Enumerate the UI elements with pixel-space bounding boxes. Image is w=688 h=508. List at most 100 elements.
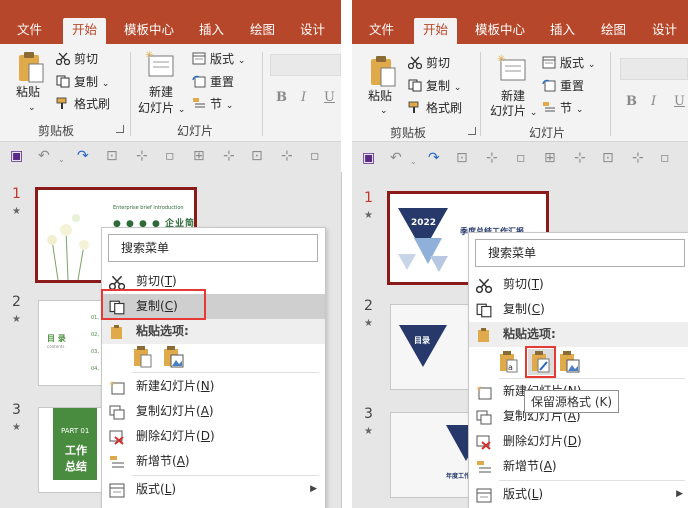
tab-draw[interactable]: 绘图 <box>241 18 284 44</box>
clipboard-group-label: 剪贴板 <box>390 126 427 140</box>
save-icon[interactable]: ▣ <box>362 150 375 166</box>
section-icon <box>542 101 556 114</box>
arrange-icon[interactable]: ⊹ <box>632 150 644 166</box>
ungroup-icon[interactable]: ⊞ <box>544 150 556 166</box>
menu-item-copy[interactable]: 复制(C) <box>469 297 688 322</box>
select-icon[interactable]: ⊡ <box>602 150 614 166</box>
paste-button[interactable]: 粘贴 <box>16 84 40 100</box>
search-menu-box[interactable]: 搜索菜单 <box>108 234 318 262</box>
new-slide-icon[interactable]: ✳ <box>497 54 527 85</box>
paste-options-label: 粘贴选项: <box>503 327 556 341</box>
bold-button[interactable]: B <box>626 94 637 109</box>
underline-button[interactable]: U <box>324 90 335 105</box>
layout-icon <box>109 482 125 498</box>
paste-icon[interactable] <box>369 54 397 91</box>
font-name-box[interactable] <box>270 54 341 76</box>
distribute-icon[interactable]: ⊹ <box>223 148 235 164</box>
cut-button[interactable]: 剪切 <box>55 51 98 67</box>
menu-item-duplicate-slide[interactable]: 复制幻灯片(A) <box>102 399 325 424</box>
save-icon[interactable]: ▣ <box>10 148 23 164</box>
more-icon[interactable]: ▫ <box>660 150 670 166</box>
group-icon[interactable]: ▫ <box>165 148 175 164</box>
tab-insert[interactable]: 插入 <box>541 18 584 44</box>
italic-button[interactable]: I <box>301 90 306 105</box>
delete-slide-key: D <box>567 434 577 448</box>
paste-icon[interactable] <box>17 50 45 87</box>
format-painter-button[interactable]: 格式刷 <box>408 100 462 116</box>
italic-button[interactable]: I <box>651 94 656 109</box>
undo-icon[interactable]: ↶ <box>390 150 402 166</box>
undo-dropdown-icon[interactable]: ⌄ <box>410 154 417 170</box>
arrange-icon[interactable]: ⊹ <box>281 148 293 164</box>
more-icon[interactable]: ▫ <box>310 148 320 164</box>
align-icon[interactable]: ⊹ <box>136 148 148 164</box>
submenu-arrow-icon: ▶ <box>310 484 317 494</box>
tab-home[interactable]: 开始 <box>414 18 458 44</box>
tab-home[interactable]: 开始 <box>63 18 107 44</box>
cut-label: 剪切 <box>136 274 161 288</box>
tab-file[interactable]: 文件 <box>360 18 403 44</box>
paste-dropdown-icon[interactable]: ⌄ <box>380 103 388 119</box>
section-button[interactable]: 节 ⌄ <box>192 96 233 114</box>
new-slide-label-2[interactable]: 幻灯片 ⌄ <box>138 100 185 118</box>
thumb-contents-sub: contents <box>47 344 65 349</box>
menu-item-add-section[interactable]: 新增节(A) <box>102 449 325 474</box>
search-menu-box[interactable]: 搜索菜单 <box>475 239 685 267</box>
tab-draw[interactable]: 绘图 <box>592 18 635 44</box>
copy-button[interactable]: 复制 ⌄ <box>408 78 461 96</box>
undo-dropdown-icon[interactable]: ⌄ <box>58 152 65 168</box>
redo-icon[interactable]: ↷ <box>428 150 440 166</box>
menu-item-add-section[interactable]: 新增节(A) <box>469 454 688 479</box>
paste-picture-icon[interactable] <box>163 346 185 371</box>
underline-button[interactable]: U <box>674 94 685 109</box>
reset-button[interactable]: 重置 <box>192 74 234 90</box>
new-slide-label-1[interactable]: 新建 <box>149 84 173 100</box>
redo-icon[interactable]: ↷ <box>77 148 89 164</box>
menu-item-new-slide[interactable]: ✳ 新建幻灯片(N) <box>102 374 325 399</box>
menu-item-cut[interactable]: 剪切(T) <box>469 272 688 297</box>
menu-item-layout[interactable]: 版式(L) ▶ <box>469 482 688 507</box>
paste-dropdown-icon[interactable]: ⌄ <box>28 100 36 116</box>
group-icon[interactable]: ▫ <box>516 150 526 166</box>
reset-button[interactable]: 重置 <box>542 78 584 94</box>
svg-text:✳: ✳ <box>109 380 115 388</box>
tab-template-center[interactable]: 模板中心 <box>115 18 183 44</box>
clipboard-launcher-icon[interactable] <box>116 125 124 133</box>
tab-design[interactable]: 设计 <box>291 18 334 44</box>
reset-icon <box>192 75 206 88</box>
font-name-box[interactable] <box>620 58 688 80</box>
menu-item-layout[interactable]: 版式(L) ▶ <box>102 477 325 502</box>
present-icon[interactable]: ⊡ <box>106 148 118 164</box>
undo-icon[interactable]: ↶ <box>38 148 50 164</box>
select-icon[interactable]: ⊡ <box>251 148 263 164</box>
align-icon[interactable]: ⊹ <box>486 150 498 166</box>
menu-item-delete-slide[interactable]: 删除幻灯片(D) <box>102 424 325 449</box>
distribute-icon[interactable]: ⊹ <box>574 150 586 166</box>
tab-file[interactable]: 文件 <box>8 18 51 44</box>
clipboard-launcher-icon[interactable] <box>468 127 476 135</box>
menu-item-delete-slide[interactable]: 删除幻灯片(D) <box>469 429 688 454</box>
tab-insert[interactable]: 插入 <box>190 18 233 44</box>
layout-button[interactable]: 版式 ⌄ <box>542 55 595 73</box>
new-slide-icon[interactable]: ✳ <box>145 50 175 81</box>
delete-slide-key: D <box>200 429 210 443</box>
bold-button[interactable]: B <box>276 90 287 105</box>
section-button[interactable]: 节 ⌄ <box>542 100 583 118</box>
tab-template-center[interactable]: 模板中心 <box>466 18 534 44</box>
cut-button[interactable]: 剪切 <box>407 55 450 71</box>
present-icon[interactable]: ⊡ <box>456 150 468 166</box>
clipboard-icon <box>476 327 492 342</box>
paste-keep-formatting-icon[interactable] <box>133 346 153 371</box>
tab-design[interactable]: 设计 <box>643 18 686 44</box>
format-painter-button[interactable]: 格式刷 <box>56 96 110 112</box>
new-slide-label-2[interactable]: 幻灯片 ⌄ <box>490 103 537 121</box>
layout-button[interactable]: 版式 ⌄ <box>192 51 245 69</box>
ungroup-icon[interactable]: ⊞ <box>193 148 205 164</box>
svg-text:✳: ✳ <box>497 54 505 65</box>
paste-use-destination-theme-icon[interactable]: a <box>499 351 519 376</box>
copy-button[interactable]: 复制 ⌄ <box>56 74 109 92</box>
paste-picture-icon[interactable] <box>559 351 581 376</box>
slide-number: 3 <box>364 406 373 422</box>
new-slide-label-1[interactable]: 新建 <box>501 88 525 104</box>
paste-button[interactable]: 粘贴 <box>368 88 392 104</box>
